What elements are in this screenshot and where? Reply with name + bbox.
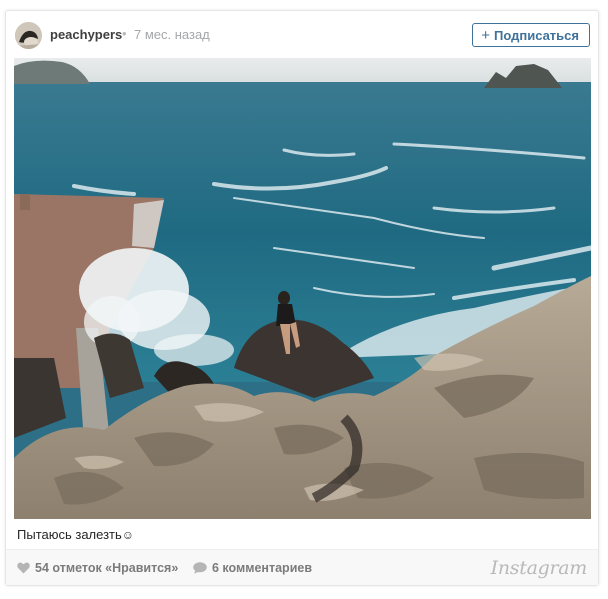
post-footer: 54 отметок «Нравится» 6 комментариев Ins… [6, 549, 598, 585]
speech-bubble-icon [193, 562, 207, 574]
post-photo[interactable] [14, 58, 591, 519]
caption-text: Пытаюсь залезть [17, 527, 122, 542]
heart-icon [17, 562, 30, 574]
comments-count[interactable]: 6 комментариев [193, 561, 312, 575]
follow-button-label: Подписаться [493, 27, 579, 43]
instagram-post-card: peachypers • 7 мес. назад + Подписаться [5, 10, 599, 586]
username-link[interactable]: peachypers [50, 27, 122, 42]
comments-label: 6 комментариев [212, 561, 313, 575]
follow-button[interactable]: + Подписаться [472, 23, 590, 47]
post-caption: Пытаюсь залезть☺ [17, 527, 134, 542]
likes-label: 54 отметок «Нравится» [35, 561, 179, 575]
instagram-logo[interactable]: Instagram [491, 557, 588, 579]
separator-dot: • [122, 26, 127, 41]
smile-emoji-icon: ☺ [121, 528, 135, 542]
post-header: peachypers • 7 мес. назад + Подписаться [6, 11, 598, 59]
avatar[interactable] [15, 22, 42, 49]
plus-icon: + [481, 26, 490, 44]
post-timestamp[interactable]: 7 мес. назад [134, 27, 210, 42]
likes-count[interactable]: 54 отметок «Нравится» [17, 561, 178, 575]
